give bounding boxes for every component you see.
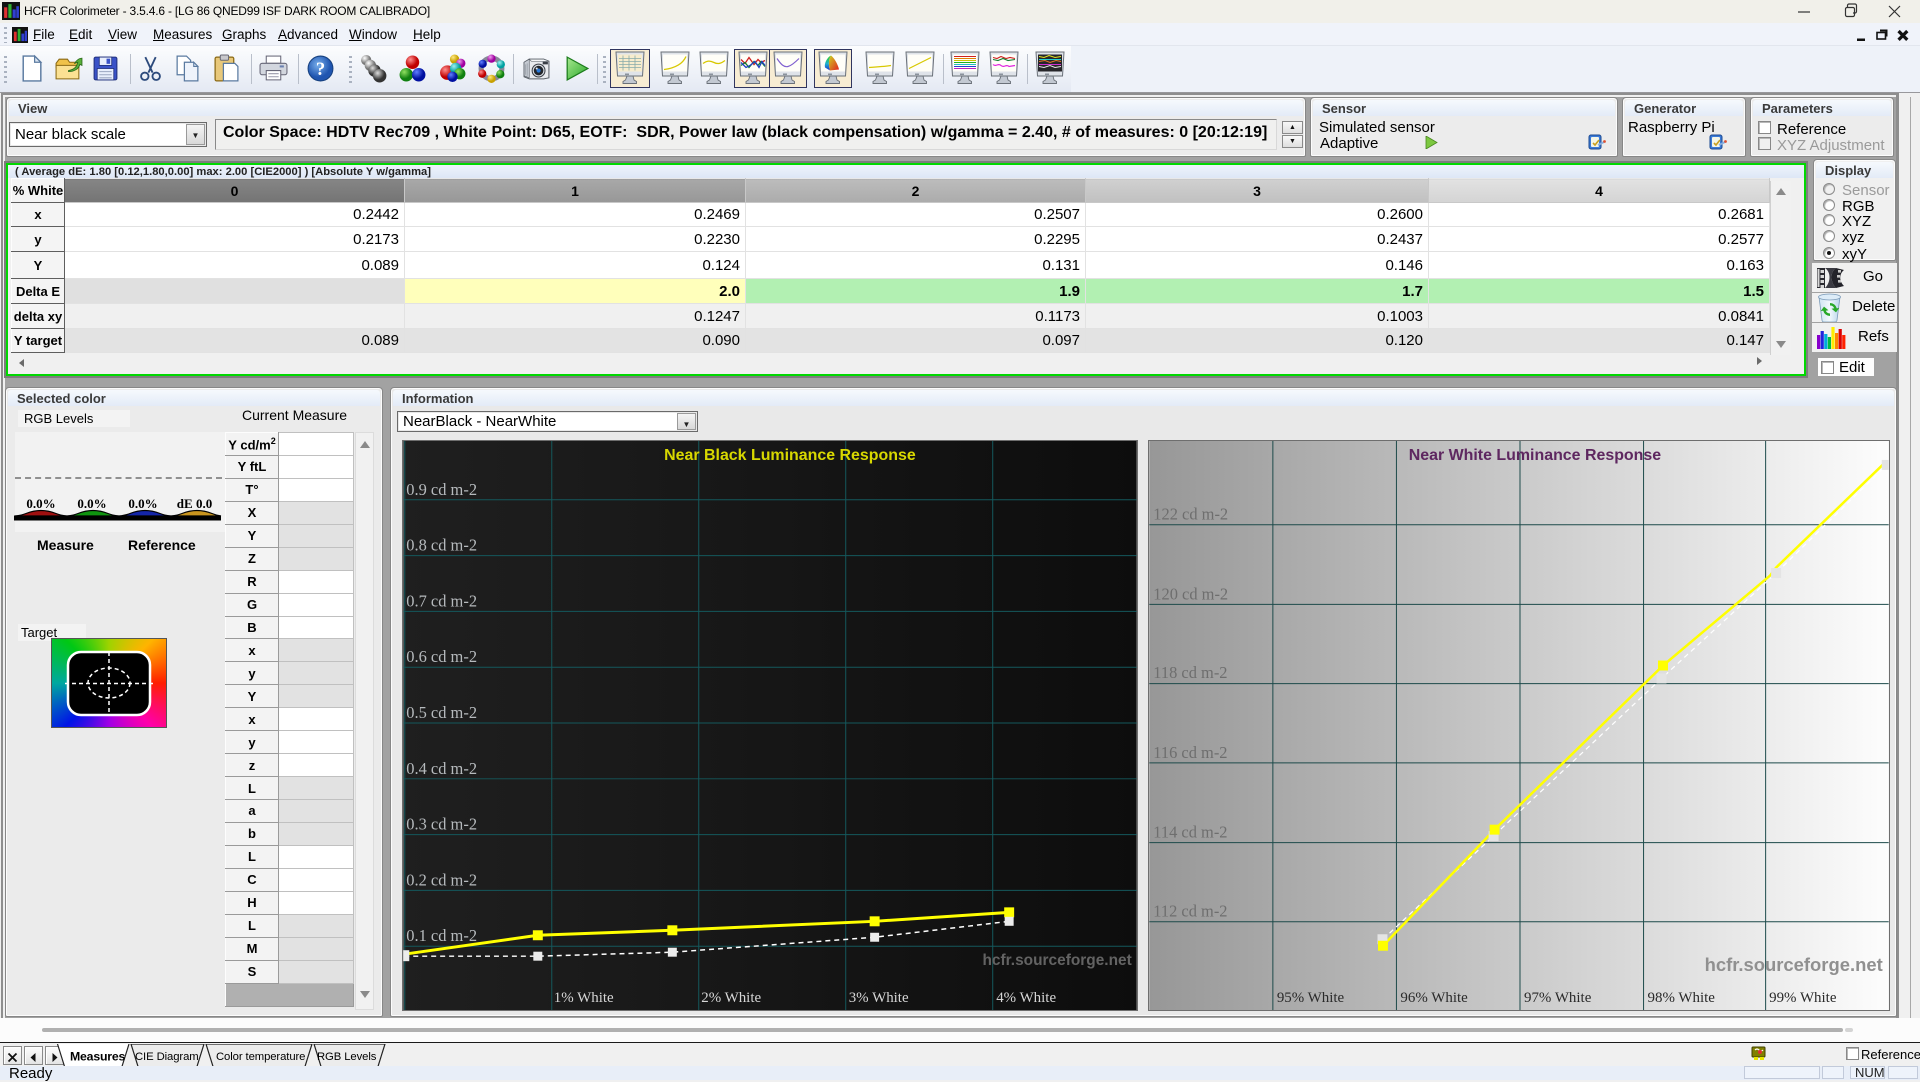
svg-text:112 cd m-2: 112 cd m-2 [1153, 901, 1227, 920]
svg-text:120 cd m-2: 120 cd m-2 [1153, 584, 1228, 603]
svg-text:?: ? [316, 59, 325, 80]
svg-text:0.8 cd m-2: 0.8 cd m-2 [406, 536, 477, 555]
svg-text:hcfr.sourceforge.net: hcfr.sourceforge.net [982, 952, 1131, 969]
svg-text:97% White: 97% White [1524, 990, 1592, 1006]
svg-text:CIE Diagram: CIE Diagram [135, 1051, 199, 1063]
svg-text:Near Black Luminance Response: Near Black Luminance Response [664, 447, 916, 464]
svg-text:1% White: 1% White [554, 990, 614, 1006]
svg-text:95% White: 95% White [1277, 990, 1345, 1006]
svg-text:98% White: 98% White [1648, 990, 1716, 1006]
svg-text:0.6 cd m-2: 0.6 cd m-2 [406, 647, 477, 666]
svg-text:Measures: Measures [70, 1050, 125, 1064]
svg-text:hcfr.sourceforge.net: hcfr.sourceforge.net [1705, 954, 1883, 975]
svg-text:3% White: 3% White [849, 990, 909, 1006]
svg-text:0.1 cd m-2: 0.1 cd m-2 [406, 926, 477, 945]
svg-text:0.5 cd m-2: 0.5 cd m-2 [406, 703, 477, 722]
svg-text:0.7 cd m-2: 0.7 cd m-2 [406, 591, 477, 610]
svg-text:RGB Levels: RGB Levels [317, 1051, 377, 1063]
svg-text:0.3 cd m-2: 0.3 cd m-2 [406, 815, 477, 834]
svg-text:0.2 cd m-2: 0.2 cd m-2 [406, 870, 477, 889]
svg-text:0.9 cd m-2: 0.9 cd m-2 [406, 480, 477, 499]
svg-text:4% White: 4% White [996, 990, 1056, 1006]
svg-text:2% White: 2% White [701, 990, 761, 1006]
svg-text:99% White: 99% White [1769, 990, 1837, 1006]
svg-text:Color temperature: Color temperature [216, 1051, 305, 1063]
svg-text:114 cd m-2: 114 cd m-2 [1153, 823, 1227, 842]
svg-text:118 cd m-2: 118 cd m-2 [1153, 663, 1227, 682]
svg-text:Near White Luminance Response: Near White Luminance Response [1409, 447, 1662, 464]
svg-text:122 cd m-2: 122 cd m-2 [1153, 505, 1228, 524]
svg-text:116 cd m-2: 116 cd m-2 [1153, 743, 1227, 762]
svg-text:0.4 cd m-2: 0.4 cd m-2 [406, 759, 477, 778]
svg-text:96% White: 96% White [1400, 990, 1468, 1006]
